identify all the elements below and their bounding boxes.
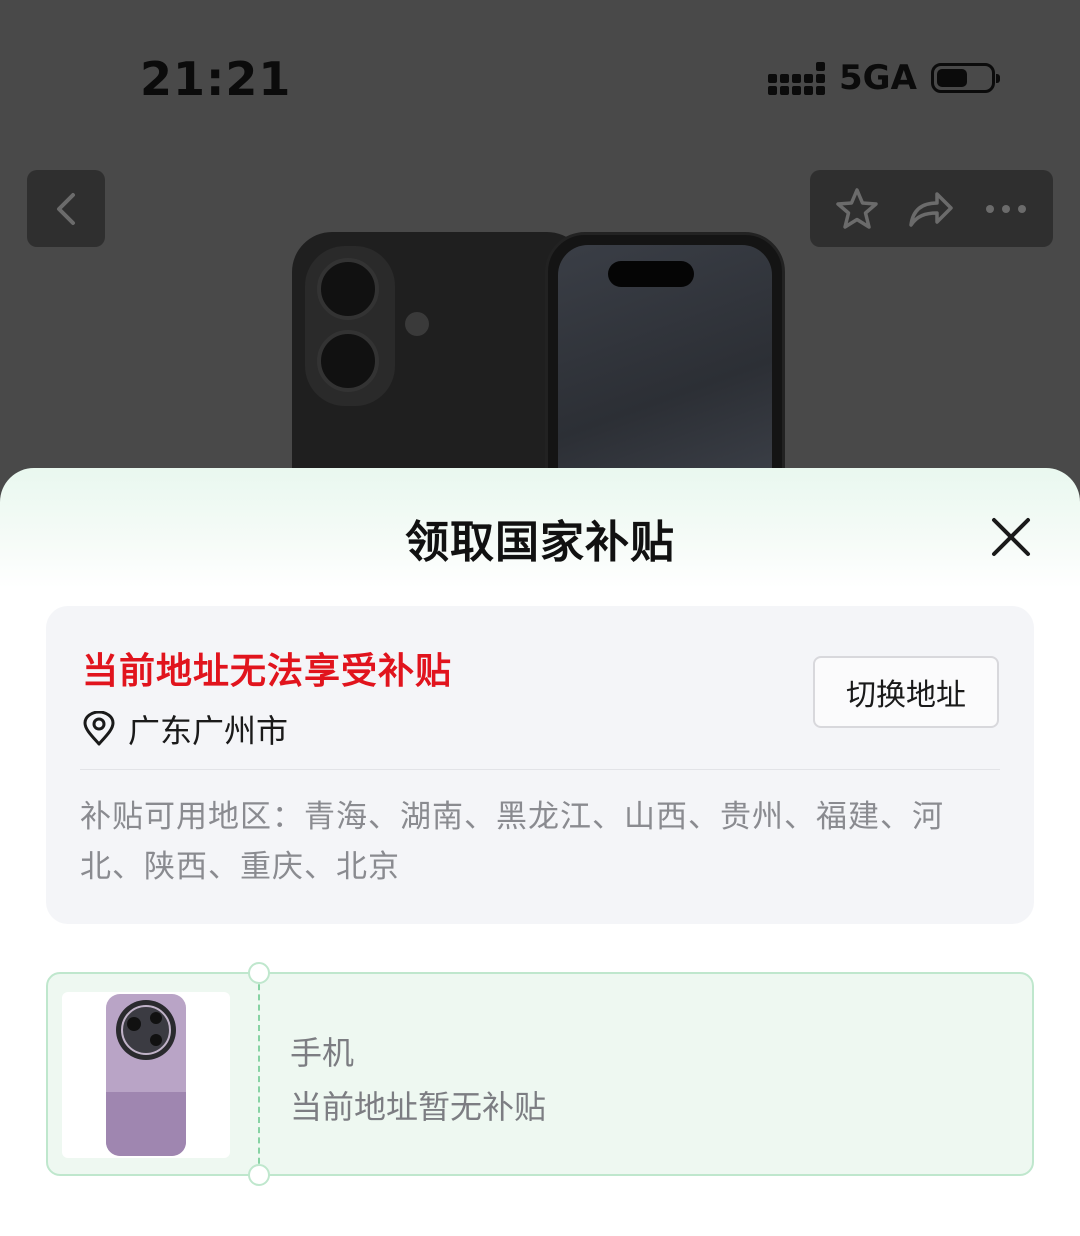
product-thumbnail (62, 992, 230, 1158)
battery-icon (930, 63, 1000, 93)
address-warning: 当前地址无法享受补贴 (82, 651, 453, 692)
share-icon (909, 191, 954, 227)
coupon-category: 手机 (290, 1034, 355, 1072)
product-image-phone-front (545, 232, 785, 492)
close-button[interactable] (988, 514, 1034, 560)
location-text: 广东广州市 (128, 712, 289, 750)
share-button[interactable] (901, 179, 961, 239)
star-icon (836, 187, 878, 229)
location-pin-icon (83, 711, 115, 746)
back-button[interactable] (27, 170, 105, 247)
more-button[interactable] (976, 179, 1036, 239)
coupon-divider (258, 974, 260, 1174)
camera-module (305, 246, 395, 406)
address-card: 当前地址无法享受补贴 广东广州市 切换地址 补贴可用地区：青海、湖南、黑龙江、山… (46, 606, 1034, 924)
divider (80, 769, 1000, 770)
current-location: 广东广州市 (82, 706, 288, 752)
close-icon (992, 518, 1030, 556)
favorite-button[interactable] (827, 179, 887, 239)
sheet-title: 领取国家补贴 (405, 517, 675, 568)
top-action-bar (810, 170, 1053, 247)
network-type: 5GA (839, 58, 917, 98)
coupon-message: 当前地址暂无补贴 (290, 1088, 547, 1126)
chevron-left-icon (57, 192, 75, 225)
product-page-background: 21:21 5GA (0, 0, 1080, 492)
available-regions: 补贴可用地区：青海、湖南、黑龙江、山西、贵州、福建、河北、陕西、重庆、北京 (80, 799, 944, 885)
camera-flash (405, 312, 429, 336)
subsidy-bottom-sheet: 领取国家补贴 当前地址无法享受补贴 广东广州市 切换地址 补贴可用地区：青海、湖… (0, 468, 1080, 1236)
coupon-notch-top (248, 962, 270, 984)
subsidy-coupon[interactable]: 手机 当前地址暂无补贴 (46, 962, 1034, 1186)
switch-address-button[interactable]: 切换地址 (813, 656, 999, 728)
signal-icon (768, 61, 825, 95)
status-indicators: 5GA (768, 58, 1000, 98)
more-dots-icon (985, 204, 1026, 213)
coupon-notch-bottom (248, 1164, 270, 1186)
status-time: 21:21 (140, 52, 292, 106)
